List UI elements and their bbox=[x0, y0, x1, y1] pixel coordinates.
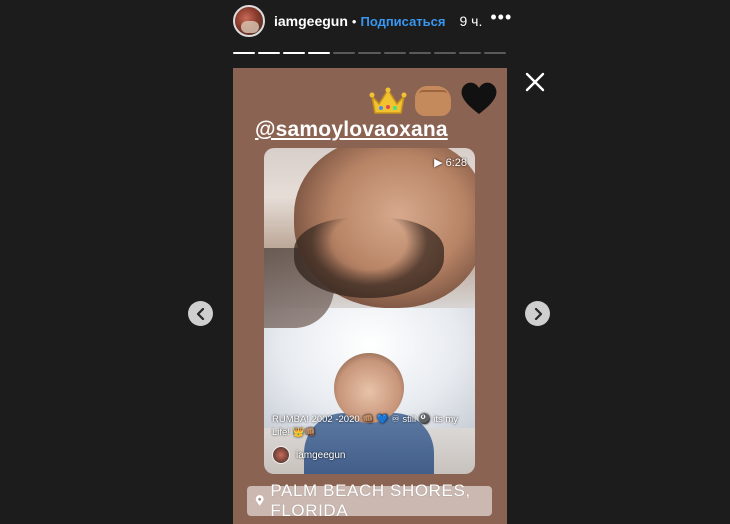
progress-segment bbox=[483, 52, 507, 54]
username[interactable]: iamgeegun bbox=[274, 13, 348, 29]
reshared-video-post[interactable]: ▶ 6:28 RUMBA! 2002 -2020 👊🏽 💙 ♾ still 🎱 … bbox=[264, 148, 475, 474]
black-heart-emoji bbox=[461, 82, 497, 114]
video-duration: ▶ 6:28 bbox=[434, 157, 467, 169]
progress-segment bbox=[233, 52, 256, 54]
progress-segment bbox=[358, 52, 381, 54]
progress-segment bbox=[258, 52, 281, 54]
mention-sticker[interactable]: @samoylovaoxana bbox=[255, 118, 448, 142]
story-card[interactable]: @samoylovaoxana ▶ 6:28 RUMBA! 2002 -2020… bbox=[233, 68, 507, 524]
progress-segment bbox=[458, 52, 481, 54]
next-story-button[interactable] bbox=[525, 301, 550, 326]
story-progress-bar bbox=[233, 52, 507, 54]
reshared-user[interactable]: iamgeegun bbox=[272, 446, 345, 464]
location-pin-icon bbox=[255, 495, 264, 506]
previous-story-button[interactable] bbox=[188, 301, 213, 326]
close-icon[interactable] bbox=[524, 71, 546, 93]
reshared-username: iamgeegun bbox=[296, 449, 346, 461]
location-text: PALM BEACH SHORES, FLORIDA bbox=[270, 481, 471, 520]
more-options-icon[interactable]: ••• bbox=[490, 8, 512, 26]
follow-button[interactable]: Подписаться bbox=[360, 14, 445, 29]
avatar[interactable] bbox=[233, 5, 265, 37]
beard-image bbox=[294, 218, 444, 298]
progress-segment bbox=[433, 52, 456, 54]
crown-emoji bbox=[369, 87, 407, 114]
chevron-right-icon bbox=[534, 307, 542, 320]
timestamp: 9 ч. bbox=[459, 13, 483, 29]
progress-segment bbox=[283, 52, 306, 54]
progress-segment bbox=[408, 52, 431, 54]
story-header: iamgeegun • Подписаться 9 ч. ••• bbox=[233, 4, 512, 38]
progress-segment bbox=[308, 52, 331, 54]
location-sticker[interactable]: PALM BEACH SHORES, FLORIDA bbox=[247, 481, 492, 520]
separator-dot: • bbox=[351, 13, 357, 29]
chevron-left-icon bbox=[196, 307, 204, 320]
post-caption: RUMBA! 2002 -2020 👊🏽 💙 ♾ still 🎱 its my … bbox=[272, 414, 459, 438]
fist-emoji bbox=[415, 86, 451, 116]
emoji-stickers bbox=[369, 80, 499, 116]
progress-segment bbox=[333, 52, 356, 54]
reshared-user-avatar bbox=[272, 446, 290, 464]
progress-segment bbox=[383, 52, 406, 54]
